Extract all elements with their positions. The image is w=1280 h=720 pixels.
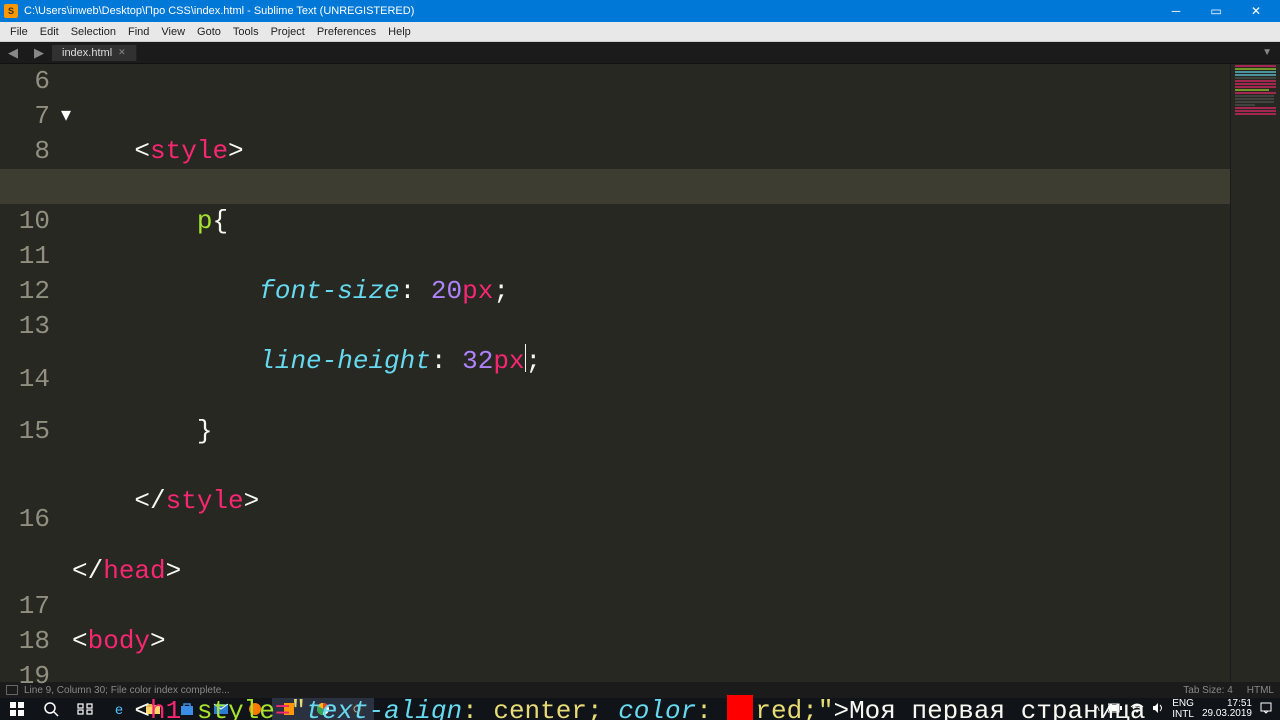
- menubar: File Edit Selection Find View Goto Tools…: [0, 22, 1280, 42]
- maximize-button[interactable]: ▭: [1196, 0, 1236, 22]
- menu-goto[interactable]: Goto: [191, 26, 227, 38]
- line-number: 17: [0, 589, 50, 624]
- menu-project[interactable]: Project: [265, 26, 311, 38]
- window-titlebar: S C:\Users\inweb\Desktop\Про CSS\index.h…: [0, 0, 1280, 22]
- fold-marker-icon[interactable]: ▾: [60, 99, 72, 134]
- line-number: 13: [0, 309, 50, 344]
- tab-nav-forward-icon[interactable]: ▶: [26, 45, 52, 61]
- tab-nav-back-icon[interactable]: ◀: [0, 45, 26, 61]
- menu-help[interactable]: Help: [382, 26, 417, 38]
- line-number: 14: [0, 344, 50, 414]
- window-controls: ─ ▭ ✕: [1156, 0, 1276, 22]
- start-button[interactable]: [0, 698, 34, 720]
- window-title: C:\Users\inweb\Desktop\Про CSS\index.htm…: [24, 5, 1156, 17]
- search-icon[interactable]: [34, 698, 68, 720]
- close-button[interactable]: ✕: [1236, 0, 1276, 22]
- line-number: 10: [0, 204, 50, 239]
- tab-dropdown-icon[interactable]: ▼: [1254, 47, 1280, 58]
- menu-find[interactable]: Find: [122, 26, 155, 38]
- menu-preferences[interactable]: Preferences: [311, 26, 382, 38]
- line-number: 8: [0, 134, 50, 169]
- line-number: 16: [0, 449, 50, 589]
- tab-close-icon[interactable]: ✕: [118, 47, 126, 58]
- menu-edit[interactable]: Edit: [34, 26, 65, 38]
- line-number: 15: [0, 414, 50, 449]
- menu-tools[interactable]: Tools: [227, 26, 265, 38]
- code-area[interactable]: <style> p{ font-size: 20px; line-height:…: [72, 64, 1280, 682]
- fold-column: ▾: [60, 64, 72, 682]
- editor[interactable]: 6 7 8 9 10 11 12 13 14 15 16 17 18 19 ▾ …: [0, 64, 1280, 682]
- line-number: 6: [0, 64, 50, 99]
- tabbar: ◀ ▶ index.html ✕ ▼: [0, 42, 1280, 64]
- tab-index-html[interactable]: index.html ✕: [52, 45, 137, 61]
- line-number: 19: [0, 659, 50, 694]
- color-swatch-icon: [727, 695, 753, 720]
- line-number: 12: [0, 274, 50, 309]
- line-number: 11: [0, 239, 50, 274]
- app-icon: S: [4, 4, 18, 18]
- line-number: 18: [0, 624, 50, 659]
- line-number: 7: [0, 99, 50, 134]
- menu-selection[interactable]: Selection: [65, 26, 122, 38]
- gutter: 6 7 8 9 10 11 12 13 14 15 16 17 18 19: [0, 64, 60, 682]
- menu-view[interactable]: View: [155, 26, 191, 38]
- menu-file[interactable]: File: [4, 26, 34, 38]
- tab-label: index.html: [62, 47, 112, 59]
- minimize-button[interactable]: ─: [1156, 0, 1196, 22]
